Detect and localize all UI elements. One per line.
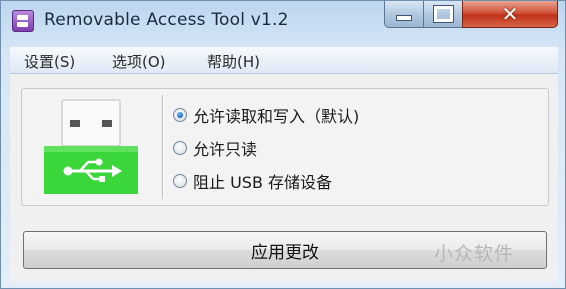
menu-help[interactable]: 帮助(H) [207,51,260,72]
client-area: 允许读取和写入（默认) 允许只读 阻止 USB 存储设备 应用更改 小众软件 [10,74,558,282]
apply-button-label: 应用更改 [251,242,319,263]
watermark: 小众软件 [434,243,515,265]
minimize-button[interactable] [384,1,424,28]
radio-read-write[interactable] [173,108,187,122]
menu-settings[interactable]: 设置(S) [24,51,75,72]
option-block-usb[interactable]: 阻止 USB 存储设备 [173,169,332,193]
options-group: 允许读取和写入（默认) 允许只读 阻止 USB 存储设备 [21,88,549,206]
maximize-icon [432,5,454,23]
title-bar[interactable]: Removable Access Tool v1.2 ✕ [1,1,565,43]
option-read-write[interactable]: 允许读取和写入（默认) [173,103,359,127]
radio-block-usb[interactable] [173,174,187,188]
divider [162,95,163,199]
maximize-button[interactable] [423,1,463,28]
usb-tool-icon [12,10,34,32]
option-read-only[interactable]: 允许只读 [173,136,257,160]
radio-label: 阻止 USB 存储设备 [193,173,333,192]
radio-label: 允许读取和写入（默认) [193,107,360,126]
menu-bar: 设置(S) 选项(O) 帮助(H) [10,47,558,74]
minimize-icon [396,15,412,21]
window-title: Removable Access Tool v1.2 [44,10,289,30]
radio-read-only[interactable] [173,141,187,155]
app-window: Removable Access Tool v1.2 ✕ 设置(S) 选项(O)… [0,0,566,289]
radio-label: 允许只读 [193,140,258,159]
menu-options[interactable]: 选项(O) [112,51,166,72]
close-icon: ✕ [501,2,519,26]
usb-plug-icon [44,99,138,194]
close-button[interactable]: ✕ [462,1,558,28]
